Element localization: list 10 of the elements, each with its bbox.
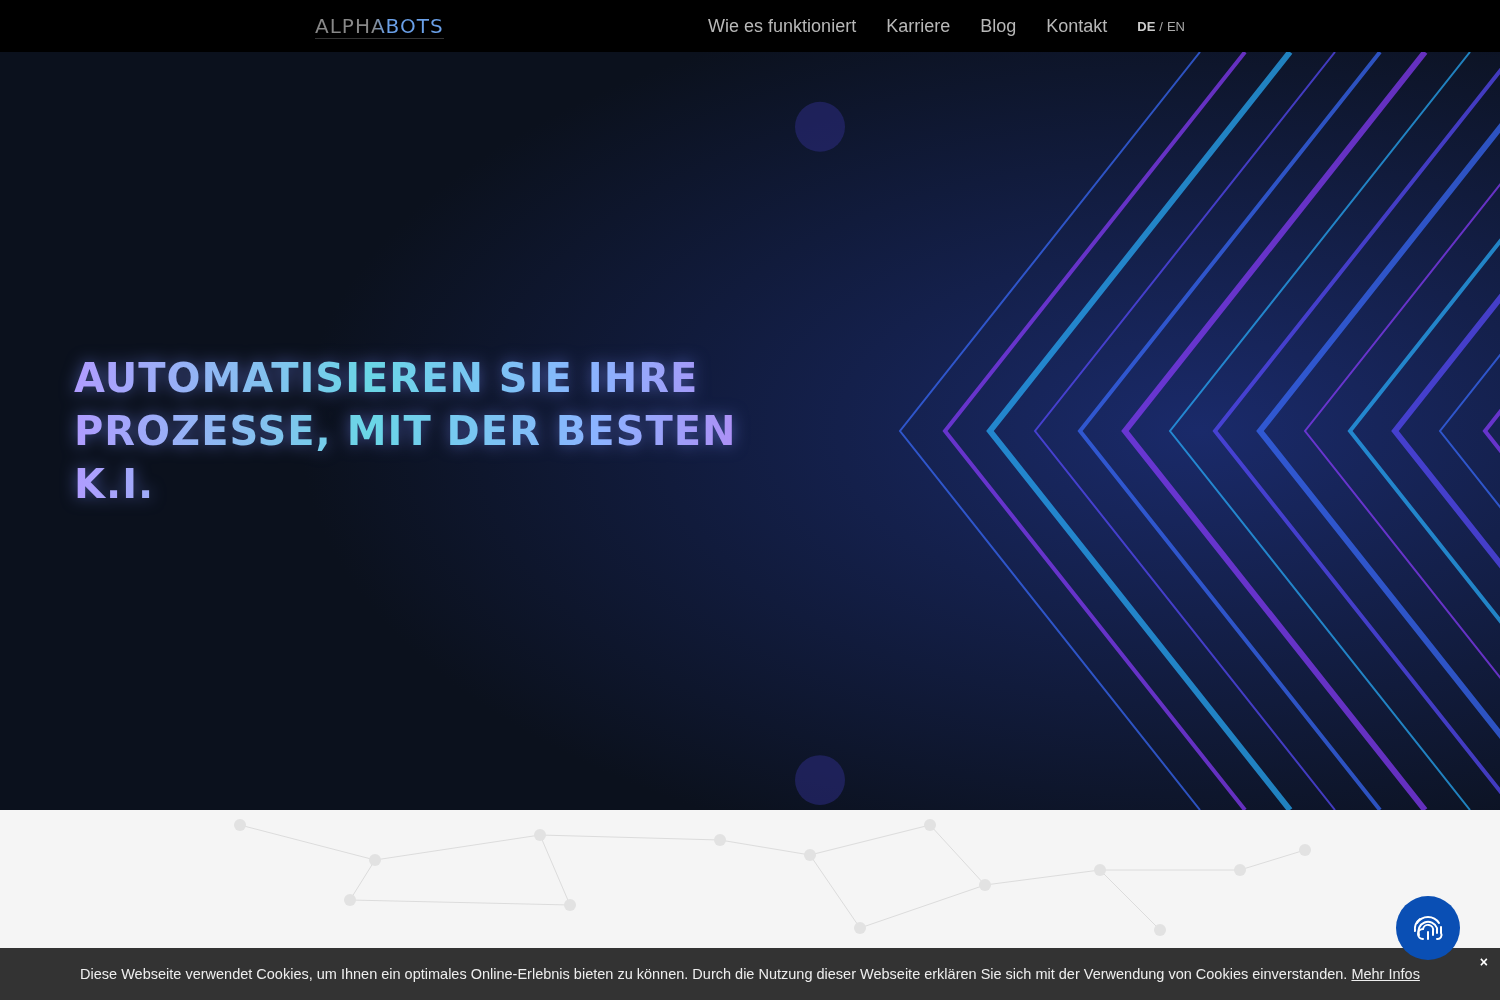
nav-link[interactable]: Kontakt (1046, 15, 1108, 37)
nav-link[interactable]: Karriere (886, 15, 951, 37)
cookie-notice: Diese Webseite verwendet Cookies, um Ihnen ein optimales Online-Erlebnis bieten zu können. Durch die Nutzung dieser Webseite erklären Sie sich mit der Verwendung von Cookies einverstanden. Mehr Infos (80, 966, 1420, 982)
nav-link[interactable]: Blog (980, 15, 1017, 37)
nav-link[interactable]: Wie es funktioniert (708, 15, 857, 37)
close-button[interactable]: × (1475, 954, 1492, 970)
language-link[interactable]: EN (1166, 18, 1185, 34)
language-separator: / (1159, 18, 1163, 34)
language-link[interactable]: DE (1137, 18, 1156, 34)
more-info-link[interactable]: Mehr Infos (1351, 966, 1420, 982)
